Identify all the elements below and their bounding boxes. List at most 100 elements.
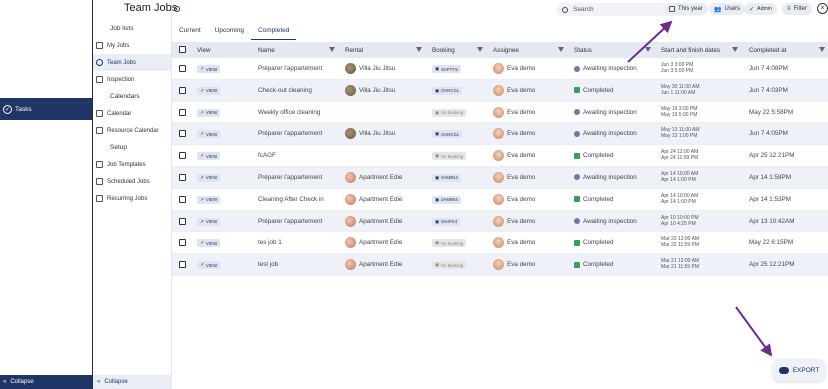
filter-icon[interactable]	[819, 47, 825, 52]
rental-cell[interactable]: Apartment Edie	[345, 237, 402, 249]
view-button[interactable]: ↗ VIEW	[197, 173, 221, 182]
job-name[interactable]: Weekly office cleaning	[258, 109, 320, 116]
nav-item-team-jobs[interactable]: Team Jobs	[93, 54, 171, 71]
view-button-label: VIEW	[205, 197, 218, 203]
tab-upcoming[interactable]: Upcoming	[208, 24, 251, 40]
booking-badge[interactable]: ▣ No Booking	[432, 108, 467, 117]
booking-badge[interactable]: ▣ 0AM0N4	[432, 195, 461, 204]
row-checkbox[interactable]	[179, 261, 186, 269]
job-name[interactable]: tes job 1	[258, 239, 282, 246]
nav-item-calendar[interactable]: Calendar	[93, 105, 171, 122]
sidebar-item-tasks[interactable]: ✓ Tasks	[0, 98, 92, 120]
view-button[interactable]: ↗ VIEW	[197, 108, 221, 117]
view-button[interactable]: ↗ VIEW	[197, 130, 221, 139]
status-text: Awaiting inspection	[583, 108, 637, 116]
booking-badge[interactable]: ▣ OANCGL	[432, 130, 463, 139]
clear-filters-button[interactable]: ×	[817, 3, 828, 14]
table-row[interactable]: ↗ VIEW fcAGF ▣ No Booking Eva demo Compl…	[172, 145, 828, 167]
nav-item-recurring-jobs[interactable]: Recurring Jobs	[93, 190, 171, 207]
booking-badge[interactable]: ▣ No Booking	[432, 239, 467, 248]
table-row[interactable]: ↗ VIEW Weekly office cleaning ▣ No Booki…	[172, 102, 828, 124]
table-row[interactable]: ↗ VIEW Préparer l'appartement Apartment …	[172, 166, 828, 189]
export-button[interactable]: EXPORT	[773, 359, 825, 381]
view-button[interactable]: ↗ VIEW	[197, 152, 221, 161]
booking-badge[interactable]: ▣ 0AM0N4	[432, 173, 461, 182]
view-button[interactable]: ↗ VIEW	[197, 261, 221, 270]
row-checkbox[interactable]	[179, 152, 186, 160]
briefcase-icon	[96, 42, 103, 49]
filter-icon[interactable]	[732, 47, 738, 52]
filter-icon[interactable]	[558, 47, 564, 52]
view-button[interactable]: ↗ VIEW	[197, 195, 221, 204]
filter-icon[interactable]	[416, 47, 422, 52]
recurring-icon	[96, 195, 103, 202]
dates-cell: Jun 3 3:00 PM Jun 3 5:00 PM	[661, 62, 693, 74]
view-button[interactable]: ↗ VIEW	[197, 65, 221, 73]
rental-cell[interactable]: Apartment Edie	[345, 171, 402, 183]
row-checkbox[interactable]	[179, 65, 186, 72]
tab-current[interactable]: Current	[172, 24, 208, 40]
table-row[interactable]: ↗ VIEW Cleaning After Check in Apartment…	[172, 189, 828, 211]
booking-badge[interactable]: ▣ OANCGL	[432, 86, 463, 95]
tab-completed[interactable]: Completed	[250, 24, 297, 40]
row-checkbox[interactable]	[179, 217, 186, 225]
row-checkbox[interactable]	[179, 86, 186, 94]
sidebar-collapse-button[interactable]: « Collapse	[0, 375, 92, 389]
job-name[interactable]: Préparer l'appartement	[258, 218, 322, 225]
table-row[interactable]: ↗ VIEW Préparer l'appartement Villa Jiu …	[172, 123, 828, 146]
row-checkbox[interactable]	[179, 195, 186, 203]
table-row[interactable]: ↗ VIEW test job Apartment Edie ▣ No Book…	[172, 254, 828, 276]
rental-cell[interactable]: Apartment Edie	[345, 215, 402, 227]
this-year-filter-chip[interactable]: This year	[664, 3, 708, 15]
booking-badge[interactable]: ▣ No Booking	[432, 152, 467, 161]
column-header-status: Status	[574, 47, 592, 54]
open-external-icon: ↗	[200, 196, 204, 202]
row-checkbox[interactable]	[179, 173, 186, 181]
page-title: Team Jobs	[124, 2, 178, 14]
table-row[interactable]: ↗ VIEW Check-out cleaning Villa Jiu Jits…	[172, 79, 828, 102]
table-row[interactable]: ↗ VIEW Préparer l'appartement Apartment …	[172, 210, 828, 233]
select-all-checkbox[interactable]	[179, 46, 186, 53]
view-button[interactable]: ↗ VIEW	[197, 239, 221, 248]
row-checkbox[interactable]	[179, 239, 186, 247]
booking-badge[interactable]: ▣ No Booking	[432, 261, 467, 270]
nav-item-scheduled-jobs[interactable]: Scheduled Jobs	[93, 173, 171, 190]
job-name[interactable]: Cleaning After Check in	[258, 196, 324, 203]
info-icon[interactable]: i	[174, 6, 180, 12]
job-name[interactable]: Préparer l'appartement	[258, 65, 322, 72]
users-filter-chip[interactable]: 👥 Users	[709, 3, 746, 15]
filter-icon[interactable]	[329, 47, 335, 52]
row-checkbox[interactable]	[179, 108, 186, 116]
booking-badge[interactable]: ▣ SAPYTS	[432, 65, 462, 73]
rental-cell[interactable]: Villa Jiu Jitsu	[345, 84, 395, 96]
job-name[interactable]: test job	[258, 261, 278, 268]
filter-button[interactable]: ≡ Filter	[782, 3, 812, 15]
rental-thumbnail	[345, 128, 356, 140]
nav-item-resource-calendar[interactable]: Resource Calendar	[93, 122, 171, 139]
nav-item-job-templates[interactable]: Job Templates	[93, 156, 171, 173]
admin-filter-chip[interactable]: ✓ Admin	[744, 3, 778, 15]
row-checkbox[interactable]	[179, 130, 186, 138]
table-row[interactable]: ↗ VIEW Préparer l'appartement Villa Jiu …	[172, 58, 828, 80]
jobs-table: View Name Rental Booking Assignee Status…	[172, 42, 828, 276]
view-button[interactable]: ↗ VIEW	[197, 86, 221, 95]
finish-date: Jun 1 11:00 AM	[661, 89, 696, 96]
view-button-label: VIEW	[205, 219, 218, 225]
nav-item-inspection[interactable]: Inspection	[93, 71, 171, 88]
nav-collapse-button[interactable]: « Collapse	[93, 375, 171, 389]
filter-icon[interactable]	[645, 47, 651, 52]
job-name[interactable]: Préparer l'appartement	[258, 130, 322, 137]
booking-badge[interactable]: ▣ 0AHFK4	[432, 217, 461, 226]
rental-cell[interactable]: Apartment Edie	[345, 259, 402, 271]
finish-date: Jun 3 5:00 PM	[661, 68, 694, 74]
view-button[interactable]: ↗ VIEW	[197, 217, 221, 226]
nav-item-my-jobs[interactable]: My Jobs	[93, 37, 171, 54]
job-name[interactable]: Check-out cleaning	[258, 87, 312, 94]
rental-cell[interactable]: Villa Jiu Jitsu	[345, 63, 395, 74]
rental-cell[interactable]: Apartment Edie	[345, 193, 402, 205]
rental-cell[interactable]: Villa Jiu Jitsu	[345, 128, 395, 140]
table-row[interactable]: ↗ VIEW tes job 1 Apartment Edie ▣ No Boo…	[172, 232, 828, 255]
job-name[interactable]: Préparer l'appartement	[258, 174, 322, 181]
job-name[interactable]: fcAGF	[258, 152, 276, 159]
filter-icon[interactable]	[477, 47, 483, 52]
